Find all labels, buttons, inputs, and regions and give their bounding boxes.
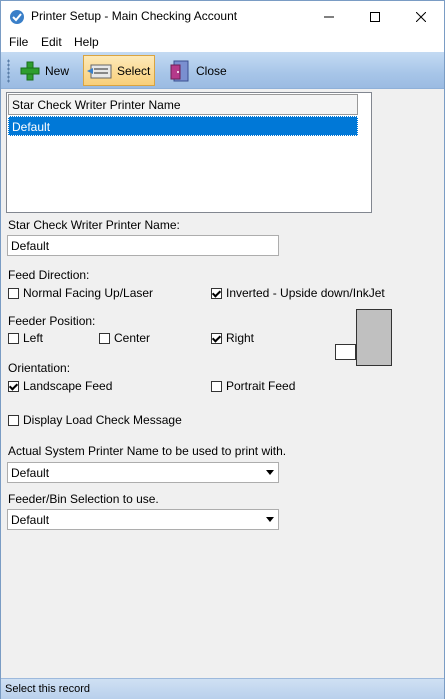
close-button[interactable]: Close: [165, 55, 230, 86]
select-button-label: Select: [117, 63, 151, 78]
printer-list[interactable]: Star Check Writer Printer Name Default: [6, 92, 372, 213]
door-exit-icon: [170, 60, 189, 81]
toolbar-grip: [7, 59, 10, 83]
position-right-checkbox[interactable]: Right: [211, 331, 254, 345]
list-item[interactable]: Default: [8, 116, 358, 136]
feeder-diagram: [335, 309, 393, 367]
bin-selection-select[interactable]: Default: [7, 509, 279, 530]
minimize-button[interactable]: [306, 1, 352, 32]
select-record-icon: [87, 64, 112, 78]
feed-normal-label: Normal Facing Up/Laser: [23, 286, 154, 300]
checkbox-box: [8, 287, 19, 299]
position-center-label: Center: [114, 331, 151, 345]
maximize-button[interactable]: [352, 1, 398, 32]
position-center-checkbox[interactable]: Center: [99, 331, 150, 345]
checkbox-box: [8, 380, 19, 392]
list-column-header[interactable]: Star Check Writer Printer Name: [8, 94, 358, 115]
feed-direction-label: Feed Direction:: [8, 268, 90, 282]
toolbar: New Select Close: [1, 52, 444, 89]
close-button-label: Close: [196, 63, 227, 78]
new-button-label: New: [45, 63, 70, 78]
position-left-label: Left: [23, 331, 44, 345]
title-bar: Printer Setup - Main Checking Account: [1, 1, 444, 32]
checkbox-box: [211, 287, 222, 299]
system-printer-value: Default: [11, 466, 50, 480]
portrait-label: Portrait Feed: [226, 379, 296, 393]
bin-selection-label: Feeder/Bin Selection to use.: [8, 492, 159, 506]
checkbox-box: [211, 380, 222, 392]
feeder-paper-graphic: [335, 344, 356, 360]
dropdown-arrow-icon: [266, 517, 274, 522]
app-icon: [10, 10, 24, 24]
menu-edit[interactable]: Edit: [41, 35, 62, 49]
minimize-icon: [324, 16, 334, 17]
printer-name-label: Star Check Writer Printer Name:: [8, 218, 180, 232]
maximize-icon: [370, 11, 380, 22]
position-left-checkbox[interactable]: Left: [8, 331, 43, 345]
printer-name-field[interactable]: Default: [7, 235, 279, 256]
landscape-checkbox[interactable]: Landscape Feed: [8, 379, 112, 393]
new-button[interactable]: New: [16, 55, 72, 86]
close-window-button[interactable]: [398, 1, 444, 32]
position-right-label: Right: [226, 331, 255, 345]
feed-inverted-label: Inverted - Upside down/InkJet: [226, 286, 385, 300]
printer-setup-window: Printer Setup - Main Checking Account Fi…: [0, 0, 445, 699]
menu-bar: File Edit Help: [1, 32, 444, 52]
landscape-label: Landscape Feed: [23, 379, 113, 393]
status-text: Select this record: [5, 683, 90, 695]
system-printer-label: Actual System Printer Name to be used to…: [8, 444, 287, 458]
close-icon: [416, 11, 426, 22]
checkbox-box: [99, 332, 110, 344]
checkbox-box: [211, 332, 222, 344]
checkbox-box: [8, 332, 19, 344]
display-load-message-label: Display Load Check Message: [23, 413, 182, 427]
menu-file[interactable]: File: [9, 35, 28, 49]
feeder-tray-graphic: [356, 309, 392, 366]
feeder-position-label: Feeder Position:: [8, 314, 96, 328]
dropdown-arrow-icon: [266, 470, 274, 475]
feed-inverted-checkbox[interactable]: Inverted - Upside down/InkJet: [211, 286, 385, 300]
portrait-checkbox[interactable]: Portrait Feed: [211, 379, 295, 393]
window-title: Printer Setup - Main Checking Account: [31, 9, 238, 23]
checkbox-box: [8, 414, 19, 426]
menu-help[interactable]: Help: [74, 35, 99, 49]
status-bar: Select this record: [1, 678, 444, 699]
feed-normal-checkbox[interactable]: Normal Facing Up/Laser: [8, 286, 153, 300]
system-printer-select[interactable]: Default: [7, 462, 279, 483]
select-button[interactable]: Select: [83, 55, 155, 86]
orientation-label: Orientation:: [8, 361, 71, 375]
plus-icon: [20, 61, 40, 80]
bin-selection-value: Default: [11, 513, 50, 527]
display-load-message-checkbox[interactable]: Display Load Check Message: [8, 413, 182, 427]
